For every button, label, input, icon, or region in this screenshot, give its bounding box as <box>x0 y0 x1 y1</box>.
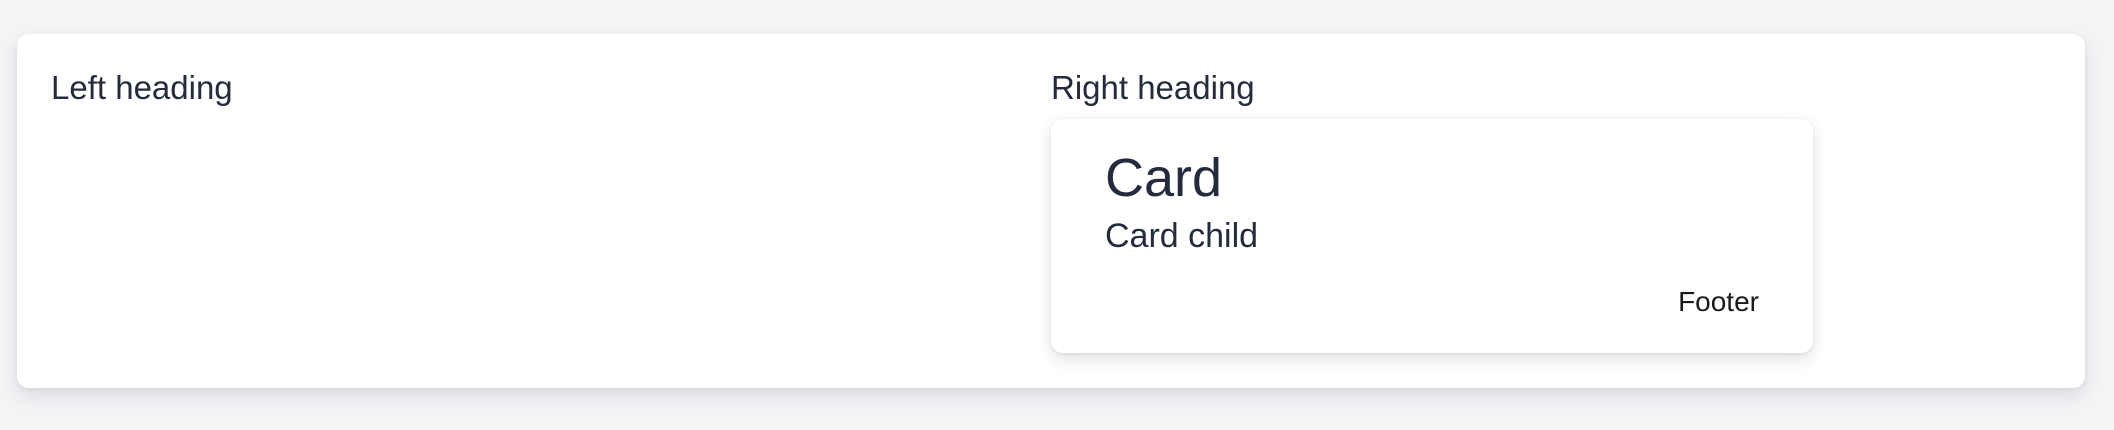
card: Card Card child Footer <box>1051 119 1813 353</box>
main-panel: Left heading Right heading Card Card chi… <box>17 34 2085 388</box>
card-footer: Footer <box>1678 286 1759 317</box>
left-heading: Left heading <box>51 69 233 106</box>
card-title: Card <box>1105 148 1223 208</box>
right-column: Right heading Card Card child Footer <box>1017 34 2085 388</box>
right-heading: Right heading <box>1051 69 1255 106</box>
card-child: Card child <box>1105 217 1259 255</box>
left-column: Left heading <box>17 34 1017 388</box>
